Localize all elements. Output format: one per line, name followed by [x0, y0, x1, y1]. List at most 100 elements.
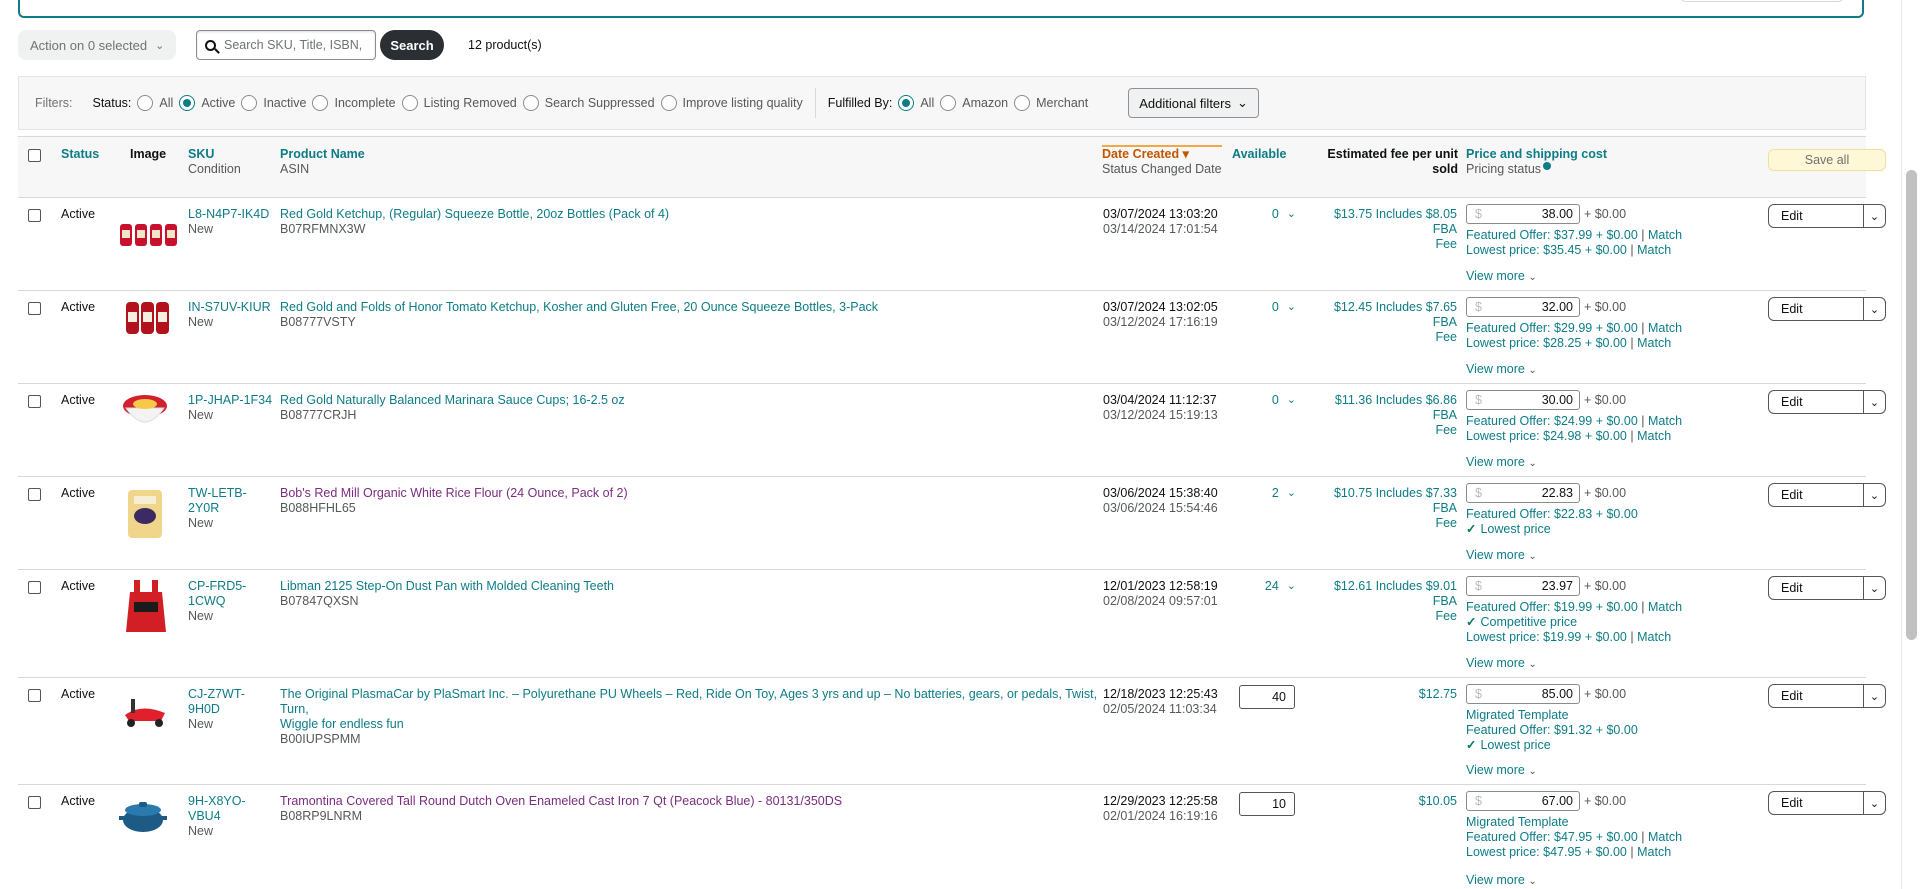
available-dropdown[interactable]: 0 ⌄: [1252, 207, 1296, 222]
row-checkbox[interactable]: [28, 395, 41, 408]
status-all-radio[interactable]: [137, 95, 154, 111]
row-checkbox[interactable]: [28, 488, 41, 501]
match-link[interactable]: Match: [1648, 600, 1682, 614]
sku-link[interactable]: TW-LETB- 2Y0R: [188, 486, 247, 516]
row-checkbox[interactable]: [28, 689, 41, 702]
product-image[interactable]: [121, 695, 171, 727]
chevron-down-icon[interactable]: ⌄: [1863, 484, 1885, 506]
edit-button[interactable]: Edit ⌄: [1768, 483, 1886, 507]
vertical-scrollbar[interactable]: [1901, 0, 1920, 889]
available-dropdown[interactable]: 24 ⌄: [1252, 579, 1296, 594]
view-more-link[interactable]: View more ⌄: [1466, 362, 1537, 378]
match-link[interactable]: Match: [1648, 228, 1682, 242]
col-available[interactable]: Available: [1232, 147, 1286, 162]
product-name-link[interactable]: Red Gold Ketchup, (Regular) Squeeze Bott…: [280, 207, 1110, 222]
col-status[interactable]: Status: [61, 147, 99, 162]
col-price[interactable]: Price and shipping cost Pricing status: [1466, 147, 1607, 177]
product-image[interactable]: [124, 300, 172, 336]
product-image[interactable]: [126, 488, 164, 540]
status-listing-removed-radio[interactable]: [401, 95, 418, 111]
sku-link[interactable]: IN-S7UV-KIUR: [188, 300, 271, 315]
product-name-link[interactable]: Tramontina Covered Tall Round Dutch Oven…: [280, 794, 1110, 809]
edit-button[interactable]: Edit ⌄: [1768, 684, 1886, 708]
save-all-button[interactable]: Save all: [1768, 149, 1886, 171]
match-link[interactable]: Match: [1648, 321, 1682, 335]
product-image[interactable]: [124, 578, 168, 634]
price-input[interactable]: $30.00: [1466, 390, 1580, 410]
fee-link[interactable]: $11.36 Includes $6.86 FBA: [1308, 393, 1457, 423]
fee-link[interactable]: $10.05: [1308, 794, 1457, 809]
fee-link[interactable]: $13.75 Includes $8.05 FBA: [1308, 207, 1457, 237]
sku-link[interactable]: CJ-Z7WT- 9H0D: [188, 687, 245, 717]
view-more-link[interactable]: View more ⌄: [1466, 455, 1537, 471]
price-input[interactable]: $32.00: [1466, 297, 1580, 317]
status-inactive-radio[interactable]: [241, 95, 258, 111]
view-more-link[interactable]: View more ⌄: [1466, 763, 1537, 779]
fee-link-2[interactable]: Fee: [1308, 609, 1457, 624]
fee-link-2[interactable]: Fee: [1308, 237, 1457, 252]
row-checkbox[interactable]: [28, 209, 41, 222]
view-more-link[interactable]: View more ⌄: [1466, 548, 1537, 564]
price-input[interactable]: $23.97: [1466, 576, 1580, 596]
view-more-link[interactable]: View more ⌄: [1466, 269, 1537, 285]
product-name-link[interactable]: The Original PlasmaCar by PlaSmart Inc. …: [280, 687, 1110, 732]
available-dropdown[interactable]: 0 ⌄: [1252, 393, 1296, 408]
match-link[interactable]: Match: [1637, 630, 1671, 644]
status-active-radio[interactable]: [179, 95, 196, 111]
scrollbar-thumb[interactable]: [1906, 170, 1917, 640]
price-input[interactable]: $85.00: [1466, 684, 1580, 704]
fulfilled-all-radio[interactable]: [898, 95, 915, 111]
edit-button[interactable]: Edit ⌄: [1768, 791, 1886, 815]
status-improve-quality-radio[interactable]: [660, 95, 677, 111]
fee-link-2[interactable]: Fee: [1308, 516, 1457, 531]
view-more-link[interactable]: View more ⌄: [1466, 656, 1537, 672]
match-link[interactable]: Match: [1637, 243, 1671, 257]
chevron-down-icon[interactable]: ⌄: [1863, 298, 1885, 320]
fee-link[interactable]: $10.75 Includes $7.33 FBA: [1308, 486, 1457, 516]
chevron-down-icon[interactable]: ⌄: [1863, 205, 1885, 227]
match-link[interactable]: Match: [1648, 414, 1682, 428]
product-image[interactable]: [122, 392, 168, 432]
price-input[interactable]: $67.00: [1466, 791, 1580, 811]
col-date-created[interactable]: Date Created ▾ Status Changed Date: [1102, 145, 1222, 177]
edit-button[interactable]: Edit ⌄: [1768, 297, 1886, 321]
row-checkbox[interactable]: [28, 796, 41, 809]
row-checkbox[interactable]: [28, 581, 41, 594]
chevron-down-icon[interactable]: ⌄: [1863, 577, 1885, 599]
col-product-name[interactable]: Product Name ASIN: [280, 147, 365, 177]
fulfilled-amazon-radio[interactable]: [940, 95, 957, 111]
chevron-down-icon[interactable]: ⌄: [1863, 685, 1885, 707]
product-image[interactable]: [118, 218, 180, 248]
product-name-link[interactable]: Red Gold Naturally Balanced Marinara Sau…: [280, 393, 1110, 408]
available-input[interactable]: 40: [1239, 685, 1295, 709]
col-sku[interactable]: SKU Condition: [188, 147, 241, 177]
bulk-action-dropdown[interactable]: Action on 0 selected ⌄: [18, 30, 176, 60]
match-link[interactable]: Match: [1637, 429, 1671, 443]
edit-button[interactable]: Edit ⌄: [1768, 204, 1886, 228]
select-all-checkbox[interactable]: [28, 149, 41, 162]
fee-link[interactable]: $12.75: [1308, 687, 1457, 702]
status-search-suppressed-radio[interactable]: [522, 95, 539, 111]
chevron-down-icon[interactable]: ⌄: [1863, 391, 1885, 413]
search-button[interactable]: Search: [380, 30, 444, 60]
status-incomplete-radio[interactable]: [312, 95, 329, 111]
row-checkbox[interactable]: [28, 302, 41, 315]
match-link[interactable]: Match: [1637, 845, 1671, 859]
chevron-down-icon[interactable]: ⌄: [1863, 792, 1885, 814]
search-input[interactable]: [224, 38, 364, 52]
sku-link[interactable]: 1P-JHAP-1F34: [188, 393, 272, 408]
available-input[interactable]: 10: [1239, 792, 1295, 816]
available-dropdown[interactable]: 2 ⌄: [1252, 486, 1296, 501]
sku-link[interactable]: 9H-X8YO- VBU4: [188, 794, 246, 824]
fee-link[interactable]: $12.61 Includes $9.01 FBA: [1308, 579, 1457, 609]
additional-filters-button[interactable]: Additional filters ⌄: [1128, 88, 1259, 118]
fee-link-2[interactable]: Fee: [1308, 423, 1457, 438]
sku-link[interactable]: CP-FRD5- 1CWQ: [188, 579, 246, 609]
sku-link[interactable]: L8-N4P7-IK4D: [188, 207, 269, 222]
edit-button[interactable]: Edit ⌄: [1768, 576, 1886, 600]
available-dropdown[interactable]: 0 ⌄: [1252, 300, 1296, 315]
price-input[interactable]: $38.00: [1466, 204, 1580, 224]
edit-button[interactable]: Edit ⌄: [1768, 390, 1886, 414]
fee-link-2[interactable]: Fee: [1308, 330, 1457, 345]
product-image[interactable]: [118, 800, 168, 834]
